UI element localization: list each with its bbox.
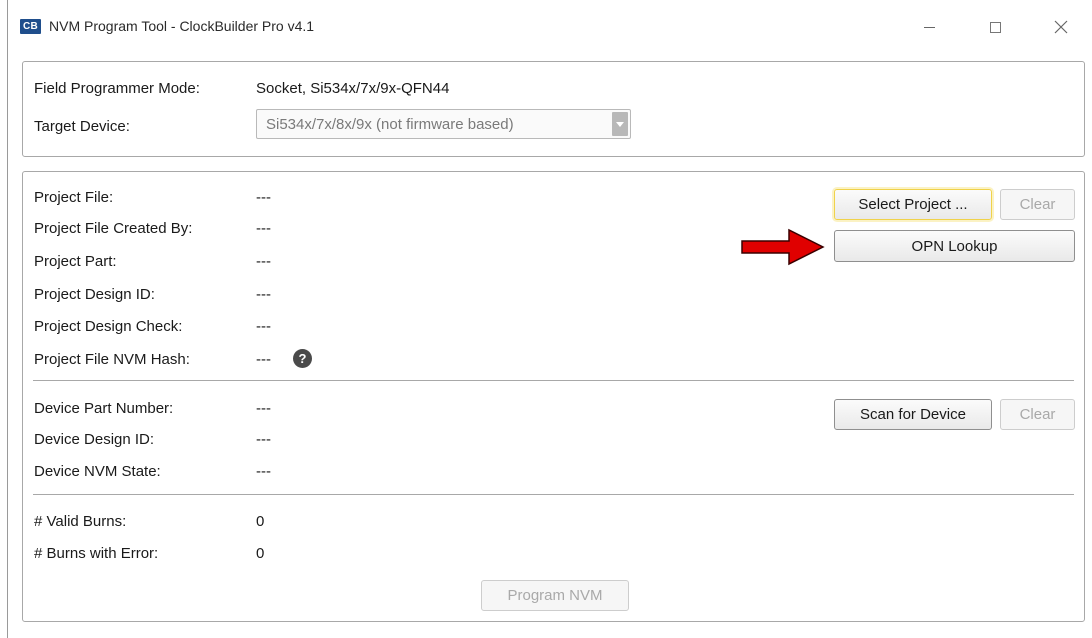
project-file-nvm-hash-value: --- (256, 351, 271, 368)
project-file-value: --- (256, 189, 271, 206)
field-programmer-mode-value: Socket, Si534x/7x/9x-QFN44 (256, 80, 450, 97)
target-device-label: Target Device: (34, 118, 130, 135)
minimize-button[interactable] (906, 10, 952, 44)
target-device-selected: Si534x/7x/8x/9x (not firmware based) (266, 116, 514, 133)
project-part-value: --- (256, 253, 271, 270)
target-device-select[interactable]: Si534x/7x/8x/9x (not firmware based) (256, 109, 631, 139)
device-nvm-state-value: --- (256, 463, 271, 480)
maximize-button[interactable] (972, 10, 1018, 44)
maximize-icon (989, 21, 1001, 33)
burns-with-error-value: 0 (256, 545, 265, 562)
title-bar: CB NVM Program Tool - ClockBuilder Pro v… (8, 0, 1092, 52)
window-title: NVM Program Tool - ClockBuilder Pro v4.1 (49, 18, 315, 34)
device-design-id-value: --- (256, 431, 271, 448)
select-project-button[interactable]: Select Project ... (834, 189, 992, 220)
valid-burns-value: 0 (256, 513, 265, 530)
close-icon (1054, 20, 1068, 34)
field-programmer-mode-label: Field Programmer Mode: (34, 80, 200, 97)
main-panel: Project File: --- Project File Created B… (22, 171, 1085, 622)
device-clear-button[interactable]: Clear (1000, 399, 1075, 430)
project-file-created-by-label: Project File Created By: (34, 220, 193, 237)
red-arrow-right-icon (741, 228, 825, 266)
project-design-check-label: Project Design Check: (34, 318, 183, 335)
window-left-border (7, 0, 8, 638)
minimize-icon (923, 26, 935, 28)
project-part-label: Project Part: (34, 253, 117, 270)
valid-burns-label: # Valid Burns: (34, 513, 127, 530)
project-file-nvm-hash-label: Project File NVM Hash: (34, 351, 190, 368)
project-design-id-label: Project Design ID: (34, 286, 155, 303)
arrow-shape (741, 228, 825, 266)
project-design-id-value: --- (256, 286, 271, 303)
mode-panel: Field Programmer Mode: Socket, Si534x/7x… (22, 61, 1085, 157)
project-file-label: Project File: (34, 189, 114, 206)
app-logo-icon: CB (20, 19, 41, 34)
program-nvm-button[interactable]: Program NVM (481, 580, 629, 611)
opn-lookup-button[interactable]: OPN Lookup (834, 230, 1075, 262)
project-file-created-by-value: --- (256, 220, 271, 237)
device-nvm-state-label: Device NVM State: (34, 463, 161, 480)
project-clear-button[interactable]: Clear (1000, 189, 1075, 220)
help-icon[interactable]: ? (293, 349, 312, 368)
chevron-down-icon[interactable] (612, 112, 628, 136)
section-divider (33, 494, 1074, 495)
scan-for-device-button[interactable]: Scan for Device (834, 399, 992, 430)
device-design-id-label: Device Design ID: (34, 431, 155, 448)
project-design-check-value: --- (256, 318, 271, 335)
device-part-number-label: Device Part Number: (34, 400, 174, 417)
section-divider (33, 380, 1074, 381)
device-part-number-value: --- (256, 400, 271, 417)
burns-with-error-label: # Burns with Error: (34, 545, 159, 562)
close-button[interactable] (1038, 10, 1084, 44)
